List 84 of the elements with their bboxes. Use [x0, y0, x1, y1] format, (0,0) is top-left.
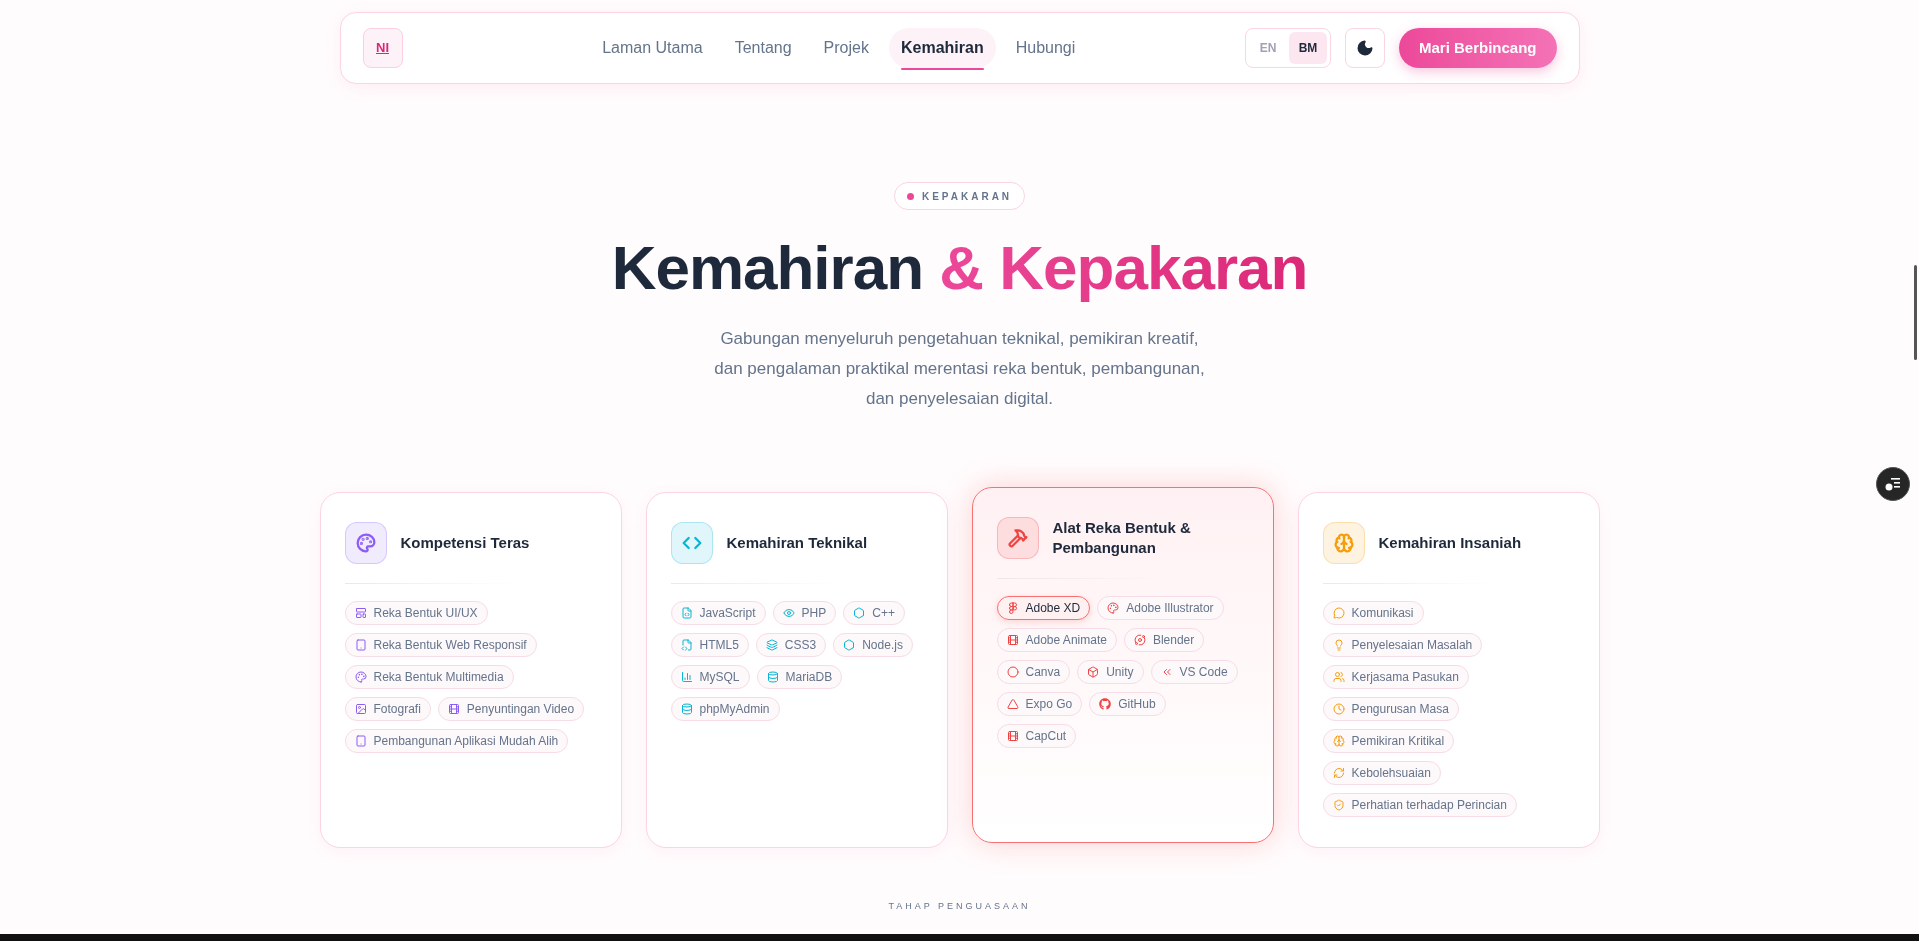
speech-bubble-icon	[1332, 607, 1345, 619]
moon-icon	[1355, 39, 1374, 57]
skill-tag: Pengurusan Masa	[1322, 697, 1459, 721]
skill-tag: Penyelesaian Masalah	[1322, 633, 1483, 657]
skill-tag: Blender	[1123, 628, 1205, 652]
language-option[interactable]: BM	[1288, 32, 1327, 64]
skill-tag: MariaDB	[756, 665, 843, 689]
skill-tag: phpMyAdmin	[670, 697, 780, 721]
skill-tag: C++	[843, 601, 905, 625]
triangle-icon	[1006, 698, 1019, 710]
orbit-icon	[1133, 634, 1146, 646]
skill-tag: GitHub	[1089, 692, 1166, 716]
people-icon	[1332, 671, 1345, 683]
hexagon-icon	[853, 607, 866, 619]
skill-tag: VS Code	[1150, 660, 1238, 684]
skill-tag: Pemikiran Kritikal	[1322, 729, 1455, 753]
logo[interactable]: NI	[362, 28, 403, 68]
skill-tag: Node.js	[833, 633, 913, 657]
shield-check-icon	[1332, 799, 1345, 811]
skill-tag: MySQL	[670, 665, 750, 689]
nav-link[interactable]: Kemahiran	[888, 28, 996, 68]
palette-icon	[1107, 602, 1120, 614]
clock-icon	[1332, 703, 1345, 715]
film-icon	[1006, 634, 1019, 646]
file-code-icon	[680, 607, 693, 619]
cta-button[interactable]: Mari Berbincang	[1398, 28, 1557, 68]
language-option[interactable]: EN	[1248, 32, 1287, 64]
nav-link[interactable]: Projek	[811, 28, 881, 68]
skill-tag: Adobe Illustrator	[1097, 596, 1224, 620]
refresh-icon	[1332, 767, 1345, 779]
file-code-icon	[680, 639, 693, 651]
skill-tag: Canva	[996, 660, 1071, 684]
floating-button[interactable]	[1876, 467, 1910, 501]
layers-icon	[765, 639, 778, 651]
badge-label: KEPAKARAN	[921, 189, 1013, 204]
skill-tag: Expo Go	[996, 692, 1083, 716]
profile-list-icon	[1885, 477, 1901, 491]
mastery-label: TAHAP PENGUASAAN	[888, 900, 1031, 913]
nav-link[interactable]: Tentang	[722, 28, 804, 68]
palette-icon	[354, 671, 367, 683]
card-title: Kemahiran Teknikal	[726, 533, 868, 553]
lightbulb-icon	[1332, 639, 1345, 651]
skill-tag: Kerjasama Pasukan	[1322, 665, 1469, 689]
skill-tag: Reka Bentuk Web Responsif	[344, 633, 537, 657]
hexagon-icon	[843, 639, 856, 651]
chart-icon	[680, 671, 693, 683]
card-title: Kompetensi Teras	[400, 533, 530, 553]
github-icon	[1099, 698, 1112, 710]
skill-tag: Adobe XD	[996, 596, 1091, 620]
database-icon	[680, 703, 693, 715]
skill-tag: Kebolehsuaian	[1322, 761, 1441, 785]
skill-tag: CapCut	[996, 724, 1077, 748]
skill-tag: Perhatian terhadap Perincian	[1322, 793, 1517, 817]
skill-tag: Unity	[1077, 660, 1144, 684]
skill-tag: JavaScript	[670, 601, 766, 625]
skill-tag: Adobe Animate	[996, 628, 1117, 652]
skill-tag: Pembangunan Aplikasi Mudah Alih	[344, 729, 569, 753]
skill-tag: CSS3	[755, 633, 827, 657]
tablet-icon	[354, 639, 367, 651]
card-title: Kemahiran Insaniah	[1378, 533, 1522, 553]
cube-icon	[1087, 666, 1100, 678]
section-description: Gabungan menyeluruh pengetahuan teknikal, pemikiran kreatif, dan pengalaman praktikal merentasi reka bentuk, pembangunan, dan penyelesaian digital.	[713, 328, 1206, 410]
skill-tag: Reka Bentuk UI/UX	[344, 601, 488, 625]
brain-icon	[1332, 735, 1345, 747]
card-title: Alat Reka Bentuk & Pembangunan	[1052, 518, 1192, 558]
nav-link[interactable]: Laman Utama	[590, 28, 715, 68]
skill-tag: Fotografi	[344, 697, 431, 721]
skill-tag: Reka Bentuk Multimedia	[344, 665, 514, 689]
scrollbar-thumb[interactable]	[1914, 265, 1917, 360]
layout-icon	[354, 607, 367, 619]
skill-tag: Komunikasi	[1322, 601, 1424, 625]
skill-tag: Penyuntingan Video	[437, 697, 585, 721]
tablet-icon	[354, 735, 367, 747]
eye-icon	[782, 607, 795, 619]
nav-link[interactable]: Hubungi	[1003, 28, 1088, 68]
circle-icon	[1006, 666, 1019, 678]
skill-tag: PHP	[772, 601, 837, 625]
film-icon	[447, 703, 460, 715]
figma-icon	[1006, 602, 1019, 614]
database-icon	[766, 671, 779, 683]
skill-tag: HTML5	[670, 633, 749, 657]
theme-toggle-button[interactable]	[1344, 28, 1385, 68]
film-icon	[1006, 730, 1019, 742]
image-icon	[354, 703, 367, 715]
